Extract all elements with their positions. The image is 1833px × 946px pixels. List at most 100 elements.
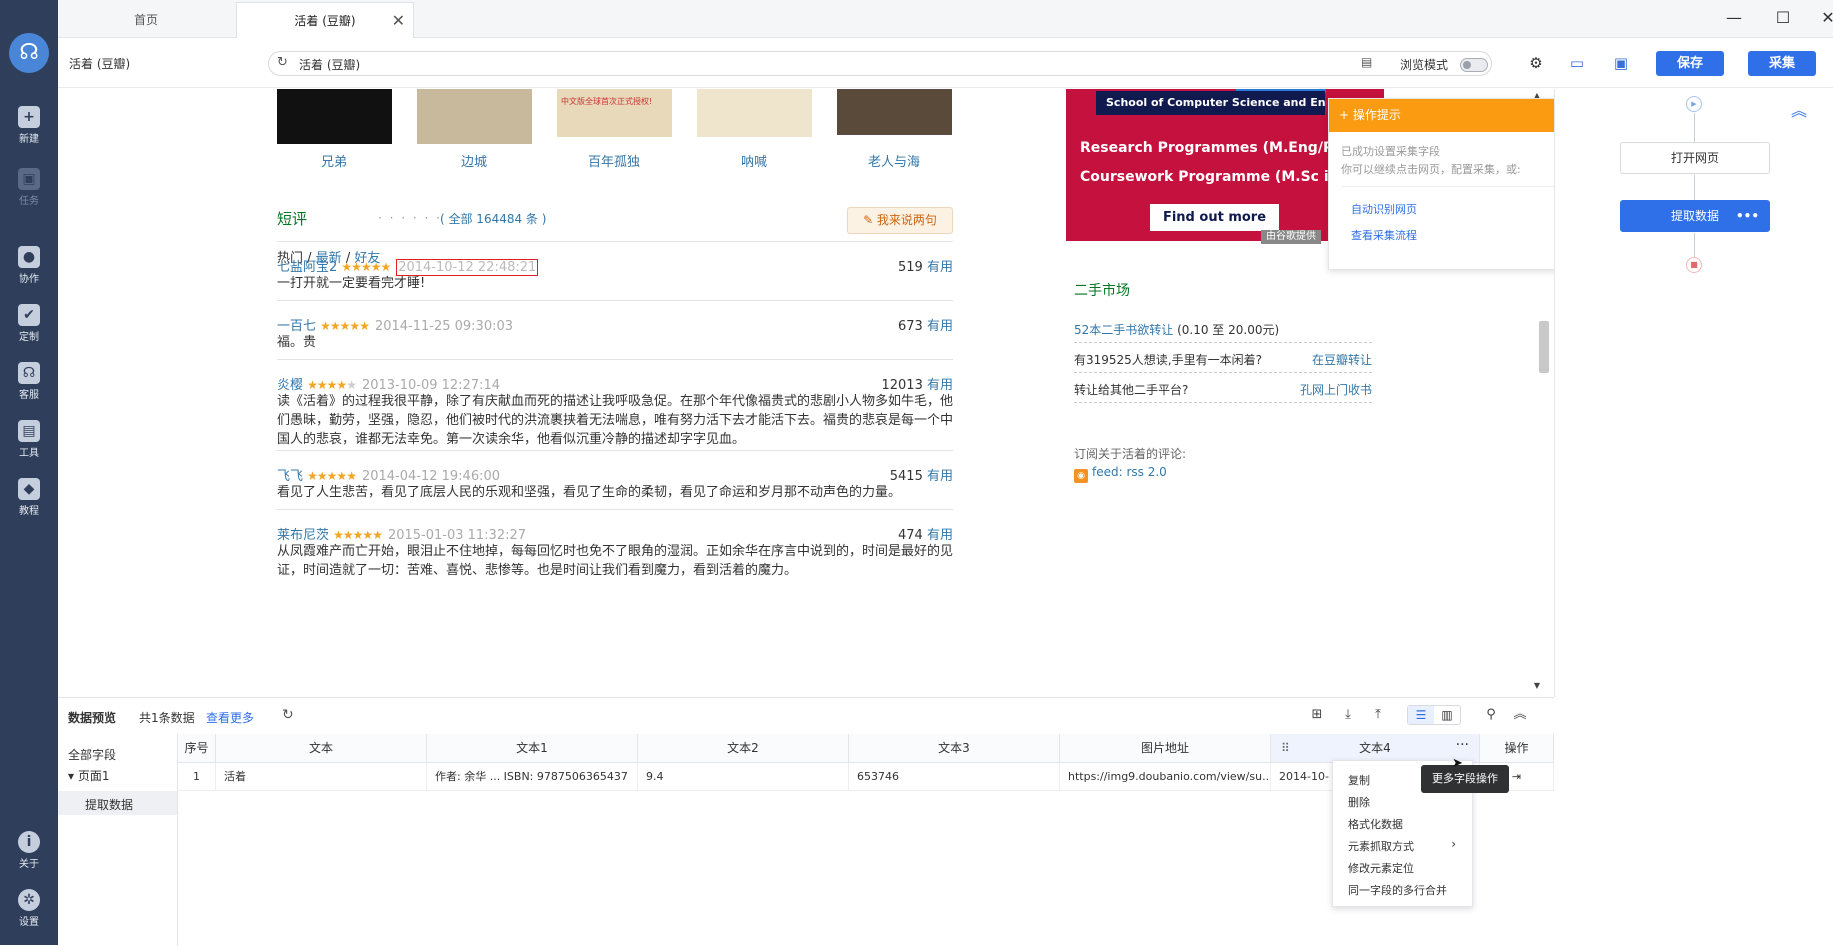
sidebar-item-tools[interactable]: ▤ 工具	[0, 420, 58, 459]
table-cell[interactable]: 1	[178, 763, 216, 791]
scroll-down-icon[interactable]: ▼	[1534, 681, 1540, 690]
column-header[interactable]: 文本3	[849, 734, 1060, 763]
useful-link[interactable]: 有用	[927, 528, 953, 543]
menu-item-format[interactable]: 格式化数据	[1348, 816, 1403, 832]
collapse-panel-icon[interactable]: ︽	[1510, 706, 1530, 724]
book-link[interactable]: 百年孤独	[544, 151, 684, 170]
column-header[interactable]: 序号	[178, 734, 216, 763]
maximize-button[interactable]: ☐	[1768, 6, 1798, 30]
flow-node-extract-data[interactable]: 提取数据 •••	[1620, 200, 1770, 232]
view-flow-link[interactable]: 查看采集流程	[1351, 227, 1417, 243]
write-review-button[interactable]: ✎ 我来说两句	[847, 207, 953, 234]
sidebar-item-label: 新建	[19, 134, 39, 145]
review-user-link[interactable]: 七盐阿宝2	[277, 260, 337, 275]
add-field-icon[interactable]: ⊞	[1307, 706, 1327, 724]
review-user-link[interactable]: 炎樱	[277, 378, 303, 393]
useful-link[interactable]: 有用	[927, 319, 953, 334]
flow-start-icon[interactable]: ▶	[1686, 96, 1702, 112]
column-header[interactable]: 文本1	[427, 734, 638, 763]
book-link[interactable]: 呐喊	[684, 151, 824, 170]
table-cell[interactable]: 活着	[216, 763, 427, 791]
sidebar-item-custom[interactable]: ✔ 定制	[0, 304, 58, 343]
save-button[interactable]: 保存	[1656, 51, 1724, 76]
settings-icon[interactable]: ⚙	[1527, 54, 1545, 72]
panel-icon[interactable]: ▭	[1568, 54, 1586, 72]
minimize-button[interactable]: —	[1719, 6, 1749, 30]
close-icon[interactable]: ✕	[392, 3, 405, 39]
douban-transfer-link[interactable]: 在豆瓣转让	[1312, 351, 1372, 368]
download-icon[interactable]: ⤓	[1338, 706, 1358, 724]
menu-item-extract-mode[interactable]: 元素抓取方式	[1348, 838, 1414, 854]
review-user-link[interactable]: 一百七	[277, 319, 316, 334]
column-header[interactable]: 文本	[216, 734, 427, 763]
review-header: 炎樱 ★★★★★ 2013-10-09 12:27:14 12013 有用	[277, 374, 953, 393]
book-cover-image[interactable]	[417, 89, 532, 144]
review-user-link[interactable]: 莱布尼茨	[277, 528, 329, 543]
table-cell[interactable]: 9.4	[638, 763, 849, 791]
tree-all-fields[interactable]: 全部字段	[68, 746, 116, 763]
book-cover-image[interactable]	[277, 89, 392, 144]
window-close-button[interactable]: ✕	[1813, 6, 1833, 30]
drag-handle-icon[interactable]: ⠿	[1281, 734, 1290, 763]
sidebar-item-tasks[interactable]: ▣ 任务	[0, 168, 58, 207]
view-more-link[interactable]: 查看更多	[206, 709, 254, 726]
menu-item-edit-locator[interactable]: 修改元素定位	[1348, 860, 1414, 876]
rss-feed-link[interactable]: feed: rss 2.0	[1092, 465, 1167, 479]
column-view-icon[interactable]: ▥	[1434, 706, 1460, 724]
useful-link[interactable]: 有用	[927, 378, 953, 393]
view-mode-toggle[interactable]: ☰ ▥	[1407, 705, 1461, 725]
menu-item-delete[interactable]: 删除	[1348, 794, 1370, 810]
sidebar-item-settings[interactable]: ✲ 设置	[0, 889, 58, 928]
menu-item-merge-rows[interactable]: 同一字段的多行合并	[1348, 882, 1447, 898]
kongwang-link[interactable]: 孔网上门收书	[1300, 381, 1372, 398]
sidebar-item-about[interactable]: i 关于	[0, 831, 58, 870]
review-user-link[interactable]: 飞飞	[277, 469, 303, 484]
column-header[interactable]: 文本2	[638, 734, 849, 763]
table-cell[interactable]: https://img9.doubanio.com/view/su...	[1060, 763, 1271, 791]
flow-end-icon[interactable]: ■	[1686, 257, 1702, 273]
column-header[interactable]: 图片地址	[1060, 734, 1271, 763]
column-header-selected[interactable]: ⠿ 文本4 ···	[1271, 734, 1480, 763]
more-icon[interactable]: •••	[1736, 201, 1759, 231]
browse-mode-toggle[interactable]	[1460, 58, 1488, 72]
book-link[interactable]: 边城	[404, 151, 544, 170]
tab-home[interactable]: 首页	[58, 2, 234, 38]
filter-icon[interactable]: ⚲	[1481, 706, 1501, 724]
table-cell[interactable]: 作者: 余华 ... ISBN: 9787506365437	[427, 763, 638, 791]
sidebar-item-tutorial[interactable]: ◆ 教程	[0, 478, 58, 517]
table-cell[interactable]: 653746	[849, 763, 1060, 791]
scrollbar-thumb[interactable]	[1539, 321, 1549, 373]
market-price: (0.10 至 20.00元)	[1173, 323, 1280, 337]
tab-active-page[interactable]: 活着 (豆瓣) ✕	[236, 2, 414, 38]
book-link[interactable]: 兄弟	[264, 151, 404, 170]
collect-button[interactable]: 采集	[1748, 51, 1816, 76]
flow-node-open-page[interactable]: 打开网页	[1620, 142, 1770, 174]
refresh-icon[interactable]: ↻	[277, 55, 288, 70]
url-input[interactable]: ↻ 活着 (豆瓣) ▤ 浏览模式	[268, 51, 1492, 76]
sidebar-item-new[interactable]: + 新建	[0, 106, 58, 145]
tree-item-selected[interactable]: 提取数据	[58, 791, 177, 815]
useful-link[interactable]: 有用	[927, 469, 953, 484]
document-icon[interactable]: ▤	[1361, 55, 1372, 69]
sidebar-item-support[interactable]: ☊ 客服	[0, 362, 58, 401]
book-cover-image[interactable]	[837, 89, 952, 135]
sidebar-item-collab[interactable]: ● 协作	[0, 246, 58, 285]
row-action-icon[interactable]: ⇥	[1512, 770, 1521, 783]
upload-icon[interactable]: ⤒	[1368, 706, 1388, 724]
book-cover-image[interactable]: 中文版全球首次正式授权!	[557, 89, 672, 137]
list-view-icon[interactable]: ☰	[1408, 706, 1434, 724]
market-books-link[interactable]: 52本二手书欲转让	[1074, 323, 1173, 337]
column-label: 文本4	[1359, 741, 1391, 755]
review-text: 福。贵	[277, 335, 317, 350]
book-link[interactable]: 老人与海	[824, 151, 964, 170]
auto-detect-link[interactable]: 自动识别网页	[1351, 201, 1417, 217]
tree-page-1[interactable]: ▾ 页面1	[68, 767, 109, 784]
book-cover-image[interactable]	[697, 89, 812, 137]
refresh-icon[interactable]: ↻	[282, 707, 294, 723]
window-layout-icon[interactable]: ▣	[1612, 54, 1630, 72]
review-count-link[interactable]: ( 全部 164484 条 )	[440, 210, 546, 227]
ad-find-out-more-button[interactable]: Find out more	[1147, 204, 1279, 231]
useful-link[interactable]: 有用	[927, 260, 953, 275]
collapse-icon[interactable]: ︽	[1791, 97, 1807, 121]
menu-item-copy[interactable]: 复制	[1348, 772, 1370, 788]
